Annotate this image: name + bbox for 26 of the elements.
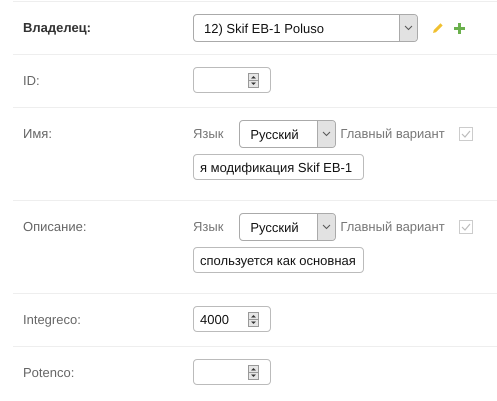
spin-buttons[interactable] <box>248 72 259 88</box>
main-variant-label: Главный вариант <box>340 218 445 236</box>
main-variant-label: Главный вариант <box>340 125 445 143</box>
field-label: Potenco: <box>23 364 74 382</box>
language-label: Язык <box>193 125 224 143</box>
language-label: Язык <box>193 218 224 236</box>
number-field[interactable] <box>193 67 271 93</box>
field-label: Имя: <box>23 125 52 143</box>
text-field[interactable]: спользуется как основная <box>193 247 364 273</box>
number-field[interactable]: 4000 <box>193 306 271 332</box>
field-label: Описание: <box>23 218 86 236</box>
field-label: Integreco: <box>23 311 81 329</box>
pencil-icon[interactable] <box>432 22 444 34</box>
field-label: ID: <box>23 72 40 90</box>
chevron-icon <box>404 25 413 31</box>
spin-buttons[interactable] <box>248 312 259 326</box>
chevron-icon <box>322 131 332 137</box>
text-field[interactable]: я модификация Skif EB-1 <box>193 154 364 180</box>
select-field[interactable]: Русский <box>239 213 336 241</box>
select-field[interactable]: 12) Skif EB-1 Poluso <box>193 14 418 42</box>
field-label: Владелец: <box>23 19 91 37</box>
plus-icon[interactable] <box>454 22 465 34</box>
select-field[interactable]: Русский <box>239 120 336 148</box>
number-field[interactable] <box>193 359 271 385</box>
chevron-icon <box>322 224 332 230</box>
spin-buttons[interactable] <box>248 364 259 380</box>
